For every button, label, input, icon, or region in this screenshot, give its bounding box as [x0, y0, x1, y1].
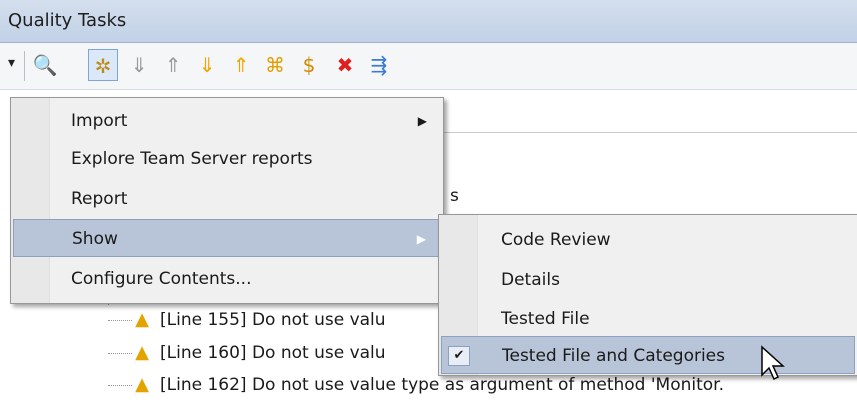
- bug-icon[interactable]: ✲: [88, 49, 118, 81]
- warning-icon: ▲: [135, 342, 149, 363]
- tree-row-text: [Line 160] Do not use valu: [160, 343, 386, 363]
- tree-row-text: [Line 162] Do not use value type as argu…: [160, 375, 724, 395]
- menu-item-import[interactable]: Import ▶: [13, 102, 441, 140]
- arrow-down-gray-icon[interactable]: ⇓: [124, 49, 154, 81]
- menu-item-label: Import: [71, 111, 128, 131]
- submenu-item-label: Tested File and Categories: [502, 346, 726, 366]
- checkmark-icon: ✔: [448, 346, 470, 366]
- submenu-item-label: Tested File: [501, 309, 590, 329]
- magnifier-icon[interactable]: 🔍: [30, 49, 60, 81]
- context-menu: Import ▶ Explore Team Server reports Rep…: [10, 97, 444, 304]
- menu-item-show[interactable]: Show ▶: [13, 219, 441, 257]
- remove-icon[interactable]: ✖: [330, 49, 360, 81]
- submenu-item-code-review[interactable]: Code Review: [441, 221, 855, 259]
- tree-row-text: [Line 155] Do not use valu: [160, 310, 386, 330]
- submenu-item-label: Details: [501, 270, 560, 290]
- menu-item-label: Explore Team Server reports: [71, 149, 313, 169]
- tree-row[interactable]: ▲ [Line 155] Do not use valu: [108, 305, 386, 335]
- menu-item-report[interactable]: Report: [13, 180, 441, 218]
- warning-icon: ▲: [135, 374, 149, 395]
- menu-item-label: Report: [71, 189, 128, 209]
- tree-row[interactable]: ▲ [Line 160] Do not use valu: [108, 338, 386, 368]
- panel-titlebar: Quality Tasks: [0, 0, 857, 43]
- run-icon[interactable]: ⇶: [364, 49, 394, 81]
- submenu-arrow-icon: ▶: [417, 114, 427, 128]
- submenu-item-tested-file[interactable]: Tested File: [441, 300, 855, 338]
- menu-item-configure-contents[interactable]: Configure Contents...: [13, 260, 441, 298]
- panel-title: Quality Tasks: [8, 10, 127, 31]
- toolbar: ▾ 🔍 ✲ ⇓ ⇑ ⇓ ⇑ ⌘ $ ✖ ⇶: [0, 43, 857, 90]
- show-submenu: Code Review Details Tested File ✔ Tested…: [438, 214, 857, 376]
- arrow-up-gray-icon[interactable]: ⇑: [158, 49, 188, 81]
- expand-all-icon[interactable]: ⌘: [260, 49, 290, 81]
- toolbar-dropdown-icon[interactable]: ▾: [8, 55, 15, 71]
- menu-item-explore-team-server-reports[interactable]: Explore Team Server reports: [13, 140, 441, 178]
- submenu-item-label: Code Review: [501, 230, 611, 250]
- warning-icon: ▲: [135, 309, 149, 330]
- partial-label: s: [450, 186, 459, 206]
- column-header: [440, 110, 857, 133]
- arrow-up-orange-icon[interactable]: ⇑: [226, 49, 256, 81]
- submenu-item-tested-file-and-categories[interactable]: ✔ Tested File and Categories: [441, 336, 855, 374]
- submenu-arrow-icon: ▶: [416, 232, 426, 246]
- toolbar-separator: [24, 51, 25, 81]
- menu-item-label: Configure Contents...: [71, 269, 252, 289]
- mouse-cursor-icon: [761, 345, 785, 381]
- arrow-down-orange-icon[interactable]: ⇓: [192, 49, 222, 81]
- sync-icon[interactable]: $: [294, 49, 324, 81]
- menu-item-label: Show: [72, 229, 118, 249]
- submenu-item-details[interactable]: Details: [441, 261, 855, 299]
